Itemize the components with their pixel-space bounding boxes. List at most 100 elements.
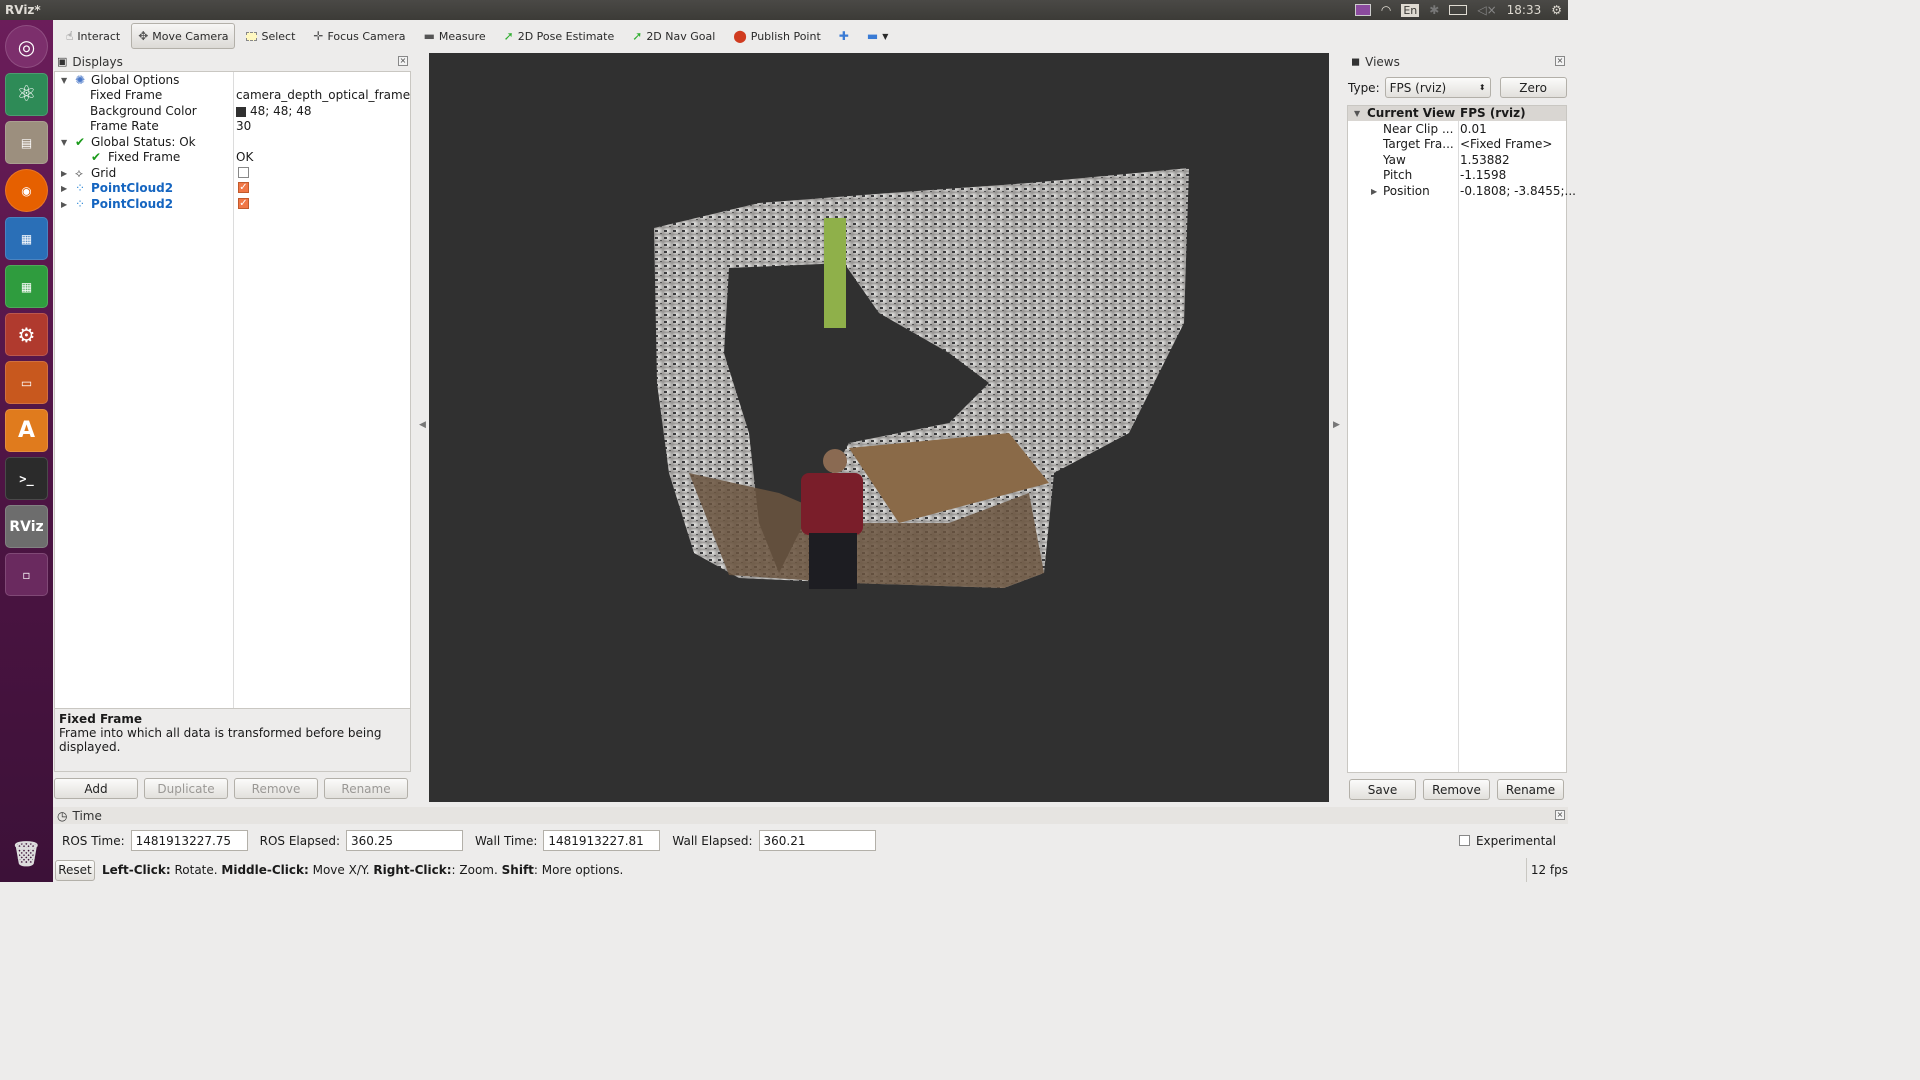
- tree-row-fixed-frame[interactable]: Fixed Frame camera_depth_optical_frame: [55, 88, 410, 103]
- bluetooth-icon[interactable]: ✱: [1429, 3, 1439, 17]
- row-value[interactable]: 0.01: [1460, 122, 1487, 137]
- position-row[interactable]: ▶ Position -0.1808; -3.8455;...: [1348, 184, 1576, 199]
- right-splitter-handle[interactable]: ▶: [1333, 420, 1340, 430]
- expand-triangle-icon[interactable]: ▶: [61, 197, 67, 212]
- wall-elapsed-input[interactable]: 360.21: [758, 830, 876, 851]
- interact-tool[interactable]: ☝ Interact: [59, 23, 127, 49]
- grid-enabled-checkbox[interactable]: [238, 166, 249, 181]
- measure-tool[interactable]: ▬ Measure: [417, 23, 493, 49]
- rename-display-button[interactable]: Rename: [324, 778, 408, 799]
- calc-icon[interactable]: ▦: [5, 265, 48, 308]
- tool-label: 2D Pose Estimate: [517, 29, 615, 43]
- system-settings-icon[interactable]: ⚙: [5, 313, 48, 356]
- volume-icon[interactable]: ◁×: [1477, 3, 1496, 17]
- tree-row-status-fixed-frame[interactable]: ✔ Fixed Frame OK: [55, 150, 410, 165]
- ros-time-input[interactable]: 1481913227.75: [130, 830, 248, 851]
- tree-row-background-color[interactable]: Background Color 48; 48; 48: [55, 104, 410, 119]
- remove-tool-button[interactable]: ▬ ▼: [860, 23, 896, 49]
- experimental-checkbox[interactable]: [1458, 834, 1470, 846]
- ubuntu-dash-icon[interactable]: ◎: [5, 25, 48, 68]
- pose-estimate-tool[interactable]: ➚ 2D Pose Estimate: [497, 23, 622, 49]
- wifi-icon[interactable]: ◠: [1381, 3, 1391, 17]
- row-key: Position: [1383, 184, 1430, 198]
- expand-triangle-icon[interactable]: ▼: [61, 135, 67, 150]
- trash-icon[interactable]: 🗑: [5, 832, 48, 875]
- tree-row-frame-rate[interactable]: Frame Rate 30: [55, 119, 410, 134]
- minus-icon: ▬: [866, 29, 879, 43]
- nav-goal-tool[interactable]: ➚ 2D Nav Goal: [625, 23, 722, 49]
- software-center-icon[interactable]: A: [5, 409, 48, 452]
- wall-time-input[interactable]: 1481913227.81: [543, 830, 661, 851]
- save-view-button[interactable]: Save: [1349, 779, 1416, 800]
- row-key: Pitch: [1383, 168, 1413, 182]
- pitch-row[interactable]: Pitch -1.1598: [1348, 168, 1566, 183]
- expand-triangle-icon[interactable]: ▶: [61, 181, 67, 196]
- firefox-icon[interactable]: ◉: [5, 169, 48, 212]
- tree-row-global-status[interactable]: ▼ ✔ Global Status: Ok: [55, 135, 410, 150]
- add-display-button[interactable]: Add: [54, 778, 138, 799]
- row-value[interactable]: camera_depth_optical_frame: [236, 88, 410, 103]
- pointcloud2-2-enabled-checkbox[interactable]: ✓: [238, 197, 249, 212]
- row-key: Near Clip ...: [1383, 122, 1454, 136]
- target-frame-row[interactable]: Target Fra... <Fixed Frame>: [1348, 137, 1566, 152]
- near-clip-row[interactable]: Near Clip ... 0.01: [1348, 122, 1566, 137]
- rviz-icon[interactable]: RViz: [5, 505, 48, 548]
- experimental-toggle[interactable]: Experimental: [1458, 834, 1556, 848]
- tree-row-pointcloud2-1[interactable]: ▶ ⁘ PointCloud2 ✓: [55, 181, 410, 196]
- type-label: Type:: [1348, 80, 1380, 95]
- duplicate-display-button[interactable]: Duplicate: [144, 778, 228, 799]
- row-key: PointCloud2: [91, 181, 174, 195]
- row-value[interactable]: 30: [236, 119, 251, 134]
- add-tool-button[interactable]: ✚: [832, 23, 856, 49]
- tree-row-pointcloud2-2[interactable]: ▶ ⁘ PointCloud2 ✓: [55, 197, 410, 212]
- gear-icon[interactable]: ⚙: [1551, 3, 1562, 17]
- render-viewport[interactable]: [429, 53, 1329, 802]
- expand-triangle-icon[interactable]: ▶: [61, 166, 67, 181]
- remove-view-button[interactable]: Remove: [1423, 779, 1490, 800]
- clock[interactable]: 18:33: [1507, 3, 1542, 17]
- current-view-row[interactable]: ▼ Current View FPS (rviz): [1348, 106, 1566, 121]
- close-icon[interactable]: ×: [1555, 810, 1565, 820]
- move-camera-tool[interactable]: ✥ Move Camera: [131, 23, 236, 49]
- expand-triangle-icon[interactable]: ▼: [1354, 106, 1360, 121]
- publish-point-tool[interactable]: ⬤ Publish Point: [726, 23, 827, 49]
- terminal-icon[interactable]: >_: [5, 457, 48, 500]
- battery-icon[interactable]: [1449, 5, 1468, 15]
- file-manager-icon[interactable]: ▤: [5, 121, 48, 164]
- remove-display-button[interactable]: Remove: [234, 778, 318, 799]
- zero-button[interactable]: Zero: [1499, 77, 1567, 98]
- checkbox[interactable]: [238, 167, 249, 178]
- atom-editor-icon[interactable]: ⚛: [5, 73, 48, 116]
- checkbox[interactable]: ✓: [238, 198, 249, 209]
- close-icon[interactable]: ×: [398, 56, 408, 66]
- reset-button[interactable]: Reset: [55, 859, 95, 881]
- pointcloud2-1-enabled-checkbox[interactable]: ✓: [238, 181, 249, 196]
- column-divider: [1458, 106, 1459, 772]
- keyboard-layout-indicator[interactable]: En: [1401, 3, 1420, 17]
- row-value[interactable]: -1.1598: [1460, 168, 1506, 183]
- row-value[interactable]: 1.53882: [1460, 153, 1510, 168]
- expand-triangle-icon[interactable]: ▼: [61, 73, 67, 88]
- row-value[interactable]: <Fixed Frame>: [1460, 137, 1552, 152]
- left-splitter-handle[interactable]: ◀: [419, 420, 426, 430]
- workspace-switcher-icon[interactable]: ▫: [5, 553, 48, 596]
- color-swatch: [236, 106, 246, 117]
- close-icon[interactable]: ×: [1555, 56, 1565, 66]
- view-type-select[interactable]: FPS (rviz) ⬍: [1384, 77, 1491, 98]
- writer-icon[interactable]: ▦: [5, 217, 48, 260]
- tool-label: Move Camera: [152, 29, 229, 43]
- hint-text: Move X/Y.: [308, 863, 374, 877]
- tree-row-grid[interactable]: ▶ ⟡ Grid: [55, 166, 410, 181]
- tree-row-global-options[interactable]: ▼ ✺ Global Options: [55, 73, 410, 88]
- impress-icon[interactable]: ▭: [5, 361, 48, 404]
- checkbox[interactable]: ✓: [238, 182, 249, 193]
- select-tool[interactable]: Select: [239, 23, 302, 49]
- focus-camera-tool[interactable]: ✛ Focus Camera: [306, 23, 412, 49]
- yaw-row[interactable]: Yaw 1.53882: [1348, 153, 1566, 168]
- workspace-icon[interactable]: [1354, 4, 1371, 16]
- row-value[interactable]: -0.1808; -3.8455;...: [1460, 184, 1576, 199]
- expand-triangle-icon[interactable]: ▶: [1371, 184, 1377, 199]
- row-value[interactable]: 48; 48; 48: [236, 104, 312, 119]
- ros-elapsed-input[interactable]: 360.25: [346, 830, 464, 851]
- rename-view-button[interactable]: Rename: [1497, 779, 1564, 800]
